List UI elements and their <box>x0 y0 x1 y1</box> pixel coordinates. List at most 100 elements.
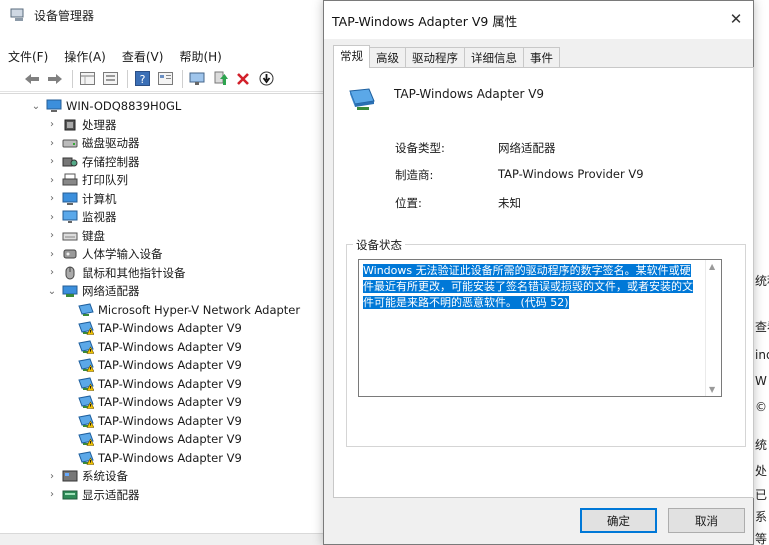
adapter-icon <box>78 450 94 465</box>
tab-general[interactable]: 常规 <box>333 45 370 68</box>
tree-category[interactable]: › 打印队列 <box>46 171 128 189</box>
help-icon[interactable]: ? <box>132 69 152 89</box>
close-icon[interactable]: ✕ <box>723 7 749 31</box>
tree-category[interactable]: › 鼠标和其他指针设备 <box>46 264 186 282</box>
computer-icon <box>62 192 78 206</box>
menu-help[interactable]: 帮助(H) <box>171 46 229 66</box>
tree-item-label: 磁盘驱动器 <box>82 136 140 150</box>
tab-details[interactable]: 详细信息 <box>464 47 524 67</box>
toolbar: ? <box>0 66 326 92</box>
device-status-label: 设备状态 <box>353 237 405 253</box>
chevron-right-icon[interactable]: › <box>46 248 58 260</box>
device-name: TAP-Windows Adapter V9 <box>394 87 545 101</box>
back-arrow-icon[interactable] <box>22 69 42 89</box>
device-status-text: Windows 无法验证此设备所需的驱动程序的数字签名。某软件或硬 件最近有所更… <box>363 263 703 311</box>
tree-category[interactable]: › 监视器 <box>46 208 117 226</box>
tree-device-warning[interactable]: TAP-Windows Adapter V9 <box>78 393 242 411</box>
chevron-right-icon[interactable]: › <box>46 156 58 168</box>
toolbar-separator <box>127 69 128 88</box>
tree-item-label: Microsoft Hyper-V Network Adapter <box>98 302 301 317</box>
tree-category[interactable]: › 系统设备 <box>46 467 128 485</box>
manufacturer-label: 制造商: <box>395 168 434 182</box>
tree-item-label: TAP-Windows Adapter V9 <box>98 339 242 354</box>
cpu-icon <box>62 118 78 132</box>
tree-item-label: 计算机 <box>82 191 117 206</box>
mouse-icon <box>62 266 78 280</box>
tree-category[interactable]: › 存储控制器 <box>46 153 140 171</box>
chevron-right-icon[interactable]: › <box>46 211 58 223</box>
tree-device-warning[interactable]: TAP-Windows Adapter V9 <box>78 356 242 374</box>
tree-item-label: TAP-Windows Adapter V9 <box>98 321 242 335</box>
scan-hardware-icon[interactable] <box>256 69 276 89</box>
scroll-down-icon[interactable]: ▼ <box>709 385 715 394</box>
ok-button[interactable]: 确定 <box>580 508 657 533</box>
chevron-right-icon[interactable]: › <box>46 230 58 242</box>
location-value: 未知 <box>498 196 521 210</box>
properties-grid-icon[interactable] <box>77 69 97 89</box>
chevron-right-icon[interactable]: › <box>46 119 58 131</box>
device-status-textbox[interactable]: Windows 无法验证此设备所需的驱动程序的数字签名。某软件或硬 件最近有所更… <box>358 259 722 397</box>
show-hidden-icon[interactable] <box>100 69 120 89</box>
tree-category[interactable]: ⌄ 网络适配器 <box>46 282 140 300</box>
chevron-right-icon[interactable]: › <box>46 267 58 279</box>
forward-arrow-icon[interactable] <box>45 69 65 89</box>
menu-view[interactable]: 查看(V) <box>114 46 172 66</box>
view-icon[interactable] <box>155 69 175 89</box>
tab-driver[interactable]: 驱动程序 <box>405 47 465 67</box>
device-type-value: 网络适配器 <box>498 141 556 155</box>
tree-device-warning[interactable]: TAP-Windows Adapter V9 <box>78 375 242 393</box>
scroll-up-icon[interactable]: ▲ <box>709 262 715 271</box>
tab-strip: 常规 高级 驱动程序 详细信息 事件 <box>333 45 560 68</box>
chevron-right-icon[interactable]: › <box>46 489 58 501</box>
tree-root-computer[interactable]: ⌄ WIN-ODQ8839H0GL <box>30 97 182 115</box>
bg-text-fragment: W <box>755 374 767 388</box>
tree-category[interactable]: › 键盘 <box>46 227 105 245</box>
tree-category[interactable]: › 处理器 <box>46 116 117 134</box>
status-line: 件可能是来路不明的恶意软件。 (代码 52) <box>363 296 569 309</box>
bg-text-fragment: 系 <box>755 510 768 524</box>
tree-item-label: TAP-Windows Adapter V9 <box>98 358 242 372</box>
tree-item-label: 人体学输入设备 <box>82 247 163 261</box>
status-line: 件最近有所更改，可能安装了签名错误或损毁的文件，或者安装的文 <box>363 280 693 293</box>
chevron-right-icon[interactable]: › <box>46 193 58 205</box>
expanded-chevron-icon[interactable]: ⌄ <box>46 285 58 297</box>
dialog-titlebar: TAP-Windows Adapter V9 属性 ✕ <box>324 1 753 39</box>
tree-device-warning[interactable]: TAP-Windows Adapter V9 <box>78 449 242 467</box>
uninstall-x-icon[interactable] <box>233 69 253 89</box>
tree-device-warning[interactable]: TAP-Windows Adapter V9 <box>78 412 242 430</box>
tree-category[interactable]: › 磁盘驱动器 <box>46 134 140 152</box>
chevron-right-icon[interactable]: › <box>46 174 58 186</box>
tree-device-warning[interactable]: TAP-Windows Adapter V9 <box>78 319 242 337</box>
tree-item-label: 系统设备 <box>82 469 128 483</box>
device-manager-window: 设备管理器 文件(F) 操作(A) 查看(V) 帮助(H) ? ⌄ WIN-ODQ… <box>0 0 326 545</box>
menu-action[interactable]: 操作(A) <box>56 46 114 66</box>
tree-device[interactable]: Microsoft Hyper-V Network Adapter <box>78 301 300 319</box>
update-driver-icon[interactable] <box>210 69 230 89</box>
printer-icon <box>62 173 78 187</box>
tab-advanced[interactable]: 高级 <box>369 47 406 67</box>
tree-category[interactable]: › 显示适配器 <box>46 486 140 504</box>
chevron-right-icon[interactable]: › <box>46 470 58 482</box>
tab-events[interactable]: 事件 <box>523 47 560 67</box>
tree-item-label: 打印队列 <box>82 173 128 187</box>
device-manager-title: 设备管理器 <box>34 8 95 23</box>
bg-text-fragment: © <box>755 400 767 414</box>
monitor-icon[interactable] <box>187 69 207 89</box>
device-manager-titlebar: 设备管理器 <box>0 0 326 30</box>
tree-item-label: TAP-Windows Adapter V9 <box>98 450 242 465</box>
menu-file[interactable]: 文件(F) <box>0 46 56 66</box>
status-scrollbar[interactable]: ▲ ▼ <box>705 260 721 396</box>
tree-device-warning[interactable]: TAP-Windows Adapter V9 <box>78 430 242 448</box>
tree-category[interactable]: › 人体学输入设备 <box>46 245 163 263</box>
bg-text-fragment: 处 <box>755 464 768 478</box>
bg-text-fragment: ind <box>755 348 769 362</box>
expanded-chevron-icon[interactable]: ⌄ <box>30 100 42 112</box>
keyboard-icon <box>62 229 78 243</box>
cancel-button[interactable]: 取消 <box>668 508 745 533</box>
chevron-right-icon[interactable]: › <box>46 137 58 149</box>
adapter-icon <box>78 358 94 372</box>
tree-device-warning[interactable]: TAP-Windows Adapter V9 <box>78 338 242 356</box>
tree-category[interactable]: › 计算机 <box>46 190 117 208</box>
tree-item-label: 显示适配器 <box>82 487 140 502</box>
adapter-icon <box>78 302 94 317</box>
